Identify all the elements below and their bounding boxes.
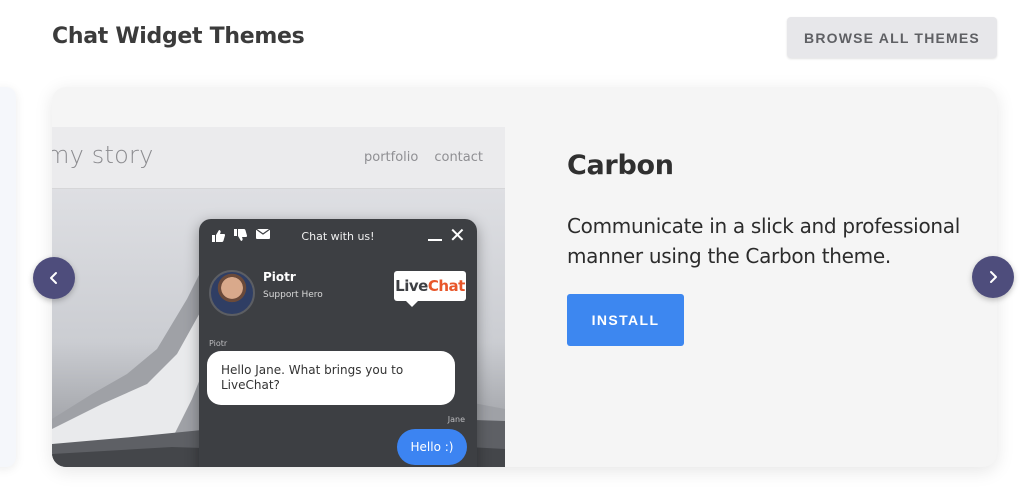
next-theme-button[interactable] — [972, 256, 1014, 298]
page-title: Chat Widget Themes — [52, 24, 305, 49]
visitor-message-sender: Jane — [447, 415, 465, 424]
close-icon: ✕ — [449, 223, 466, 247]
livechat-logo-part2: Chat — [427, 277, 465, 295]
agent-avatar — [209, 270, 255, 316]
agent-message-bubble: Hello Jane. What brings you to LiveChat? — [207, 351, 455, 405]
livechat-logo-part1: Live — [395, 277, 428, 295]
visitor-message-bubble: Hello :) — [397, 429, 467, 465]
preview-site-header: my story portfolio contact — [52, 127, 505, 189]
agent-name: Piotr — [263, 270, 296, 284]
agent-message-sender: Piotr — [209, 339, 228, 348]
previous-theme-card[interactable] — [0, 87, 16, 467]
theme-name: Carbon — [567, 150, 674, 181]
chat-header: Chat with us! ✕ — [199, 219, 477, 253]
theme-description: Communicate in a slick and professional … — [567, 214, 960, 268]
chat-widget-preview: Chat with us! ✕ Piotr Support Hero Live C… — [199, 219, 477, 467]
install-button[interactable]: INSTALL — [567, 294, 684, 346]
preview-site-nav: portfolio contact — [364, 150, 483, 165]
chat-title: Chat with us! — [301, 230, 375, 243]
chevron-right-icon — [990, 271, 997, 283]
agent-role: Support Hero — [263, 290, 323, 300]
chevron-left-icon — [50, 272, 57, 284]
browse-all-themes-button[interactable]: BROWSE ALL THEMES — [787, 17, 997, 58]
theme-preview: my story portfolio contact Chat with us!… — [52, 127, 505, 467]
theme-card: my story portfolio contact Chat with us!… — [52, 87, 997, 467]
preview-site-logo: my story — [52, 141, 154, 169]
minimize-icon — [428, 239, 442, 241]
preview-nav-portfolio: portfolio — [363, 150, 419, 165]
livechat-logo: Live Chat — [394, 271, 466, 307]
previous-theme-button[interactable] — [33, 257, 75, 299]
preview-nav-contact: contact — [434, 150, 483, 165]
